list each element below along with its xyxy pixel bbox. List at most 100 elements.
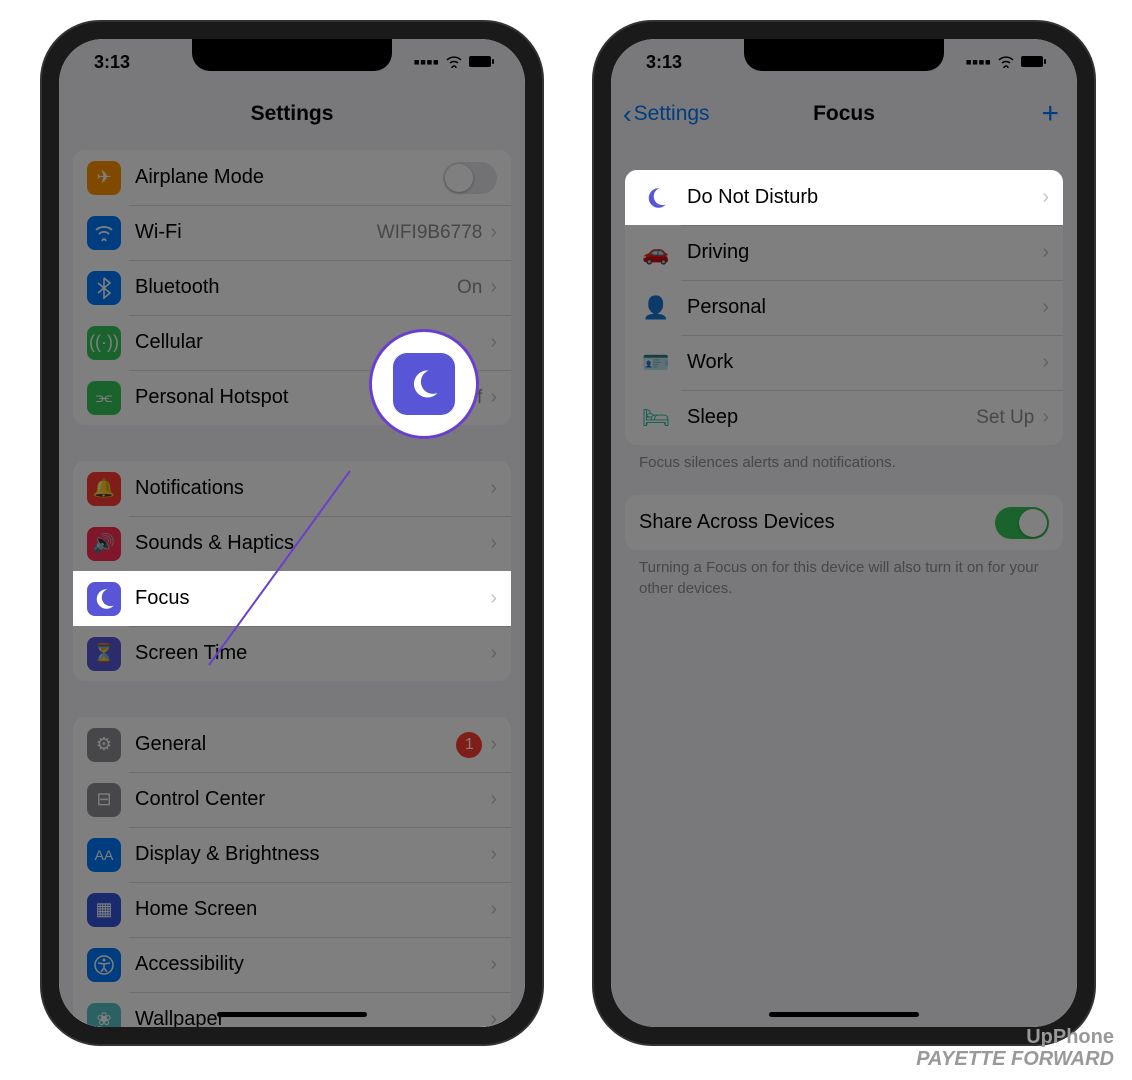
row-wallpaper[interactable]: ❀ Wallpaper › [73,992,511,1027]
status-time: 3:13 [646,52,682,73]
back-button[interactable]: ‹ Settings [623,99,710,130]
row-label: Display & Brightness [135,843,490,866]
wallpaper-icon: ❀ [87,1003,121,1028]
notch [744,39,944,71]
person-icon: 👤 [639,295,673,321]
chevron-right-icon: › [490,788,497,811]
chevron-right-icon: › [1042,296,1049,319]
sounds-icon: 🔊 [87,527,121,561]
row-sounds[interactable]: 🔊 Sounds & Haptics › [73,516,511,571]
row-label: Home Screen [135,898,490,921]
row-label: Notifications [135,477,490,500]
car-icon: 🚗 [639,240,673,266]
home-indicator [217,1012,367,1017]
row-focus[interactable]: Focus › [73,571,511,626]
row-label: Wi-Fi [135,221,377,244]
signal-icon: ▪▪▪▪ [413,52,439,73]
row-driving[interactable]: 🚗 Driving › [625,225,1063,280]
watermark: UpPhone PAYETTE FORWARD [916,1026,1114,1070]
notch [192,39,392,71]
chevron-right-icon: › [1042,351,1049,374]
badge: 1 [456,732,482,758]
row-wifi[interactable]: Wi-Fi WIFI9B6778 › [73,205,511,260]
chevron-right-icon: › [490,733,497,756]
row-control-center[interactable]: ⊟ Control Center › [73,772,511,827]
share-toggle[interactable] [995,507,1049,539]
accessibility-icon [87,948,121,982]
chevron-right-icon: › [490,1008,497,1027]
row-accessibility[interactable]: Accessibility › [73,937,511,992]
row-label: Accessibility [135,953,490,976]
notifications-icon: 🔔 [87,472,121,506]
battery-icon [1021,52,1047,73]
general-icon: ⚙ [87,728,121,762]
row-label: Share Across Devices [639,511,995,534]
screen-right: 3:13 ▪▪▪▪ ‹ Settings Focus + [611,39,1077,1027]
chevron-right-icon: › [1042,241,1049,264]
row-share[interactable]: Share Across Devices [625,495,1063,550]
row-airplane[interactable]: ✈ Airplane Mode [73,150,511,205]
settings-group-1: 🔔 Notifications › 🔊 Sounds & Haptics › F… [73,461,511,681]
wifi-icon [87,216,121,250]
focus-content[interactable]: Do Not Disturb › 🚗 Driving › 👤 Personal … [611,142,1077,621]
chevron-right-icon: › [490,477,497,500]
share-hint: Turning a Focus on for this device will … [611,558,1077,621]
row-label: General [135,733,456,756]
back-label: Settings [634,102,710,126]
add-button[interactable]: + [1041,97,1059,131]
phone-left: 3:13 ▪▪▪▪ Settings ✈ Airplane Mode [40,20,544,1046]
homescreen-icon: ▦ [87,893,121,927]
row-bluetooth[interactable]: Bluetooth On › [73,260,511,315]
settings-group-2: ⚙ General 1 › ⊟ Control Center › AA Disp… [73,717,511,1027]
battery-icon [469,52,495,73]
wifi-icon [997,52,1015,73]
control-center-icon: ⊟ [87,783,121,817]
row-value: Set Up [976,407,1034,429]
row-label: Sounds & Haptics [135,532,490,555]
row-homescreen[interactable]: ▦ Home Screen › [73,882,511,937]
status-indicators: ▪▪▪▪ [413,52,495,73]
chevron-right-icon: › [490,386,497,409]
home-indicator [769,1012,919,1017]
bluetooth-icon [87,271,121,305]
row-label: Wallpaper [135,1008,490,1027]
page-title: Focus [813,102,875,126]
chevron-right-icon: › [490,221,497,244]
row-display[interactable]: AA Display & Brightness › [73,827,511,882]
row-screentime[interactable]: ⏳ Screen Time › [73,626,511,681]
chevron-right-icon: › [490,898,497,921]
status-indicators: ▪▪▪▪ [965,52,1047,73]
callout-bubble [369,329,479,439]
row-dnd[interactable]: Do Not Disturb › [625,170,1063,225]
row-general[interactable]: ⚙ General 1 › [73,717,511,772]
focus-group: Do Not Disturb › 🚗 Driving › 👤 Personal … [625,170,1063,445]
row-label: Screen Time [135,642,490,665]
row-personal[interactable]: 👤 Personal › [625,280,1063,335]
hotspot-icon: ⫘ [87,381,121,415]
row-work[interactable]: 🪪 Work › [625,335,1063,390]
cellular-icon: ((·)) [87,326,121,360]
row-label: Personal [687,296,1042,319]
row-label: Control Center [135,788,490,811]
chevron-right-icon: › [490,587,497,610]
row-label: Do Not Disturb [687,186,1042,209]
row-label: Airplane Mode [135,166,443,189]
row-notifications[interactable]: 🔔 Notifications › [73,461,511,516]
focus-icon-large [393,353,455,415]
moon-icon [639,185,673,211]
screen-left: 3:13 ▪▪▪▪ Settings ✈ Airplane Mode [59,39,525,1027]
row-value: On [457,277,482,299]
chevron-left-icon: ‹ [623,99,632,130]
screentime-icon: ⏳ [87,637,121,671]
chevron-right-icon: › [490,532,497,555]
nav-bar: Settings [59,86,525,142]
wifi-icon [445,52,463,73]
chevron-right-icon: › [490,843,497,866]
sleep-icon: 🛏 [639,405,673,431]
row-sleep[interactable]: 🛏 Sleep Set Up › [625,390,1063,445]
airplane-toggle[interactable] [443,162,497,194]
settings-content[interactable]: ✈ Airplane Mode Wi-Fi WIFI9B6778 › [59,142,525,1027]
row-label: Work [687,351,1042,374]
watermark-line2: PAYETTE FORWARD [916,1048,1114,1070]
page-title: Settings [251,102,334,126]
